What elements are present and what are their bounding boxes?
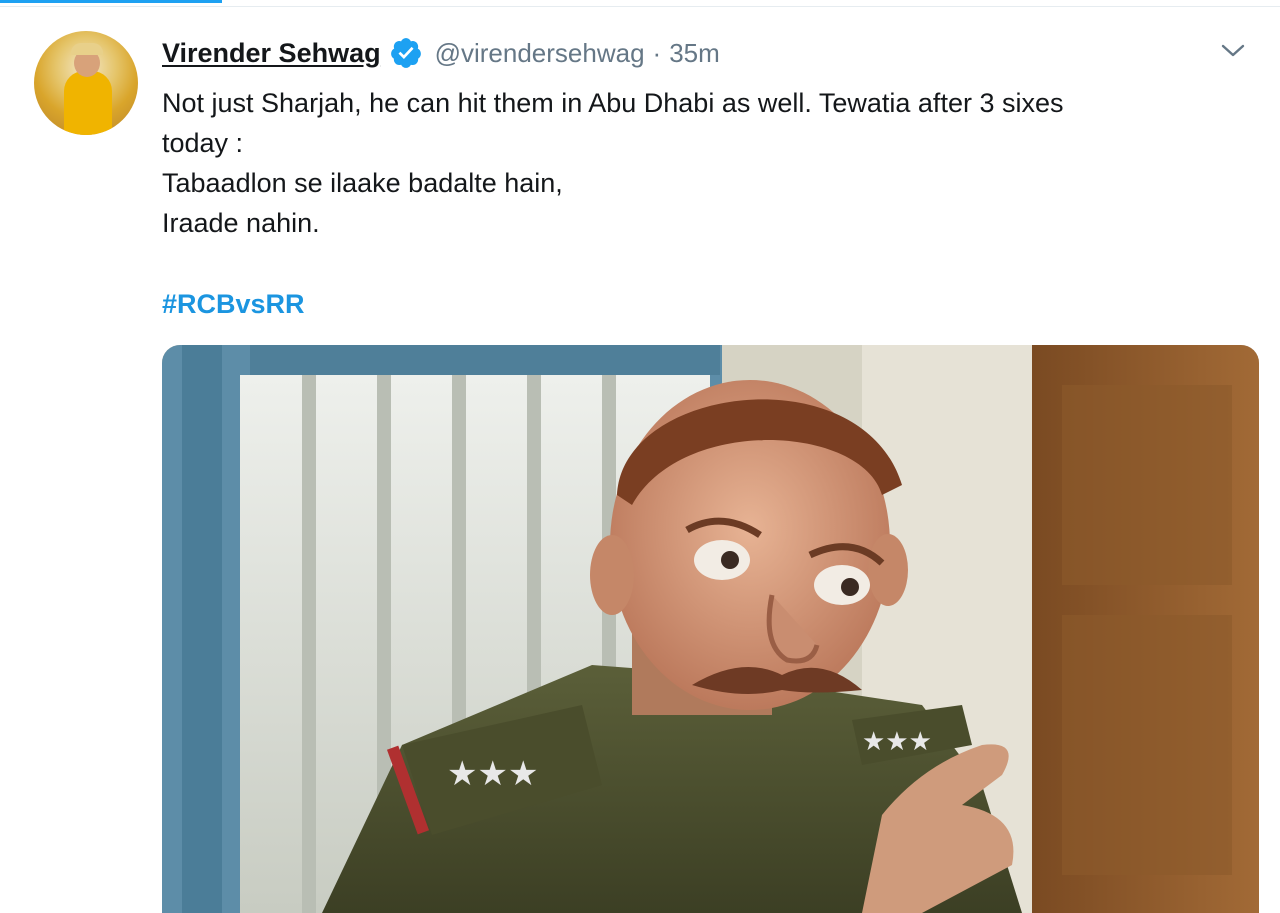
tab-active-indicator: [0, 0, 222, 3]
tweet-text-line: Tabaadlon se ilaake badalte hain,: [162, 168, 563, 198]
tweet[interactable]: Virender Sehwag @virendersehwag · 35m No…: [0, 7, 1280, 913]
tweet-text-line: today :: [162, 128, 244, 158]
user-handle[interactable]: @virendersehwag: [435, 38, 645, 69]
svg-text:★★★: ★★★: [862, 727, 932, 757]
avatar-figure: [64, 71, 112, 135]
separator-dot: ·: [652, 37, 662, 68]
top-divider: [0, 0, 1280, 7]
tweet-text: Not just Sharjah, he can hit them in Abu…: [162, 83, 1252, 243]
display-name[interactable]: Virender Sehwag: [162, 38, 381, 69]
hashtag-link[interactable]: #RCBvsRR: [162, 289, 305, 320]
avatar-hat: [71, 43, 103, 55]
tweet-text-line: Iraade nahin.: [162, 208, 320, 238]
svg-text:★★★: ★★★: [447, 754, 538, 794]
verified-badge-icon: [389, 36, 423, 70]
timestamp[interactable]: 35m: [669, 38, 720, 69]
chevron-down-icon[interactable]: [1220, 41, 1246, 61]
tweet-header: Virender Sehwag @virendersehwag · 35m: [162, 35, 720, 71]
tweet-text-line: Not just Sharjah, he can hit them in Abu…: [162, 88, 1064, 118]
avatar[interactable]: [34, 31, 138, 135]
tweet-media-image[interactable]: ★★★ ★★★: [162, 345, 1259, 913]
